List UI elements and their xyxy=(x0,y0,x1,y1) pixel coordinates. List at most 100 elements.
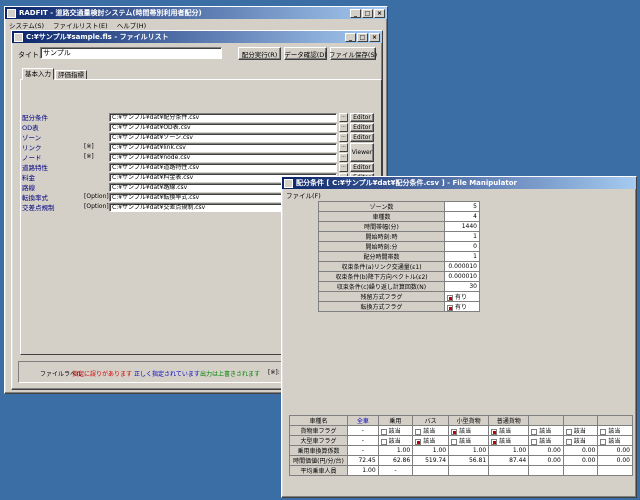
vehicle-cell[interactable] xyxy=(597,465,633,476)
vehicle-cell[interactable]: 該当 xyxy=(412,435,450,446)
checkbox-icon[interactable] xyxy=(451,428,458,435)
vehicle-cell[interactable] xyxy=(562,465,599,476)
vehicle-cell[interactable]: 該当 xyxy=(562,435,599,446)
param-value[interactable]: 5 xyxy=(444,201,480,212)
param-value[interactable]: 0 xyxy=(444,241,480,252)
maximize-icon[interactable]: □ xyxy=(357,32,368,42)
minimize-icon[interactable]: _ xyxy=(345,32,356,42)
data-check-button[interactable]: データ確認(D) xyxy=(284,47,327,60)
editor-button[interactable]: Editor xyxy=(350,163,374,172)
menu-filelist[interactable]: ファイルリスト(E) xyxy=(53,20,108,30)
editor-button[interactable]: Editor xyxy=(350,123,374,132)
vehicle-cell[interactable]: 87.44 xyxy=(488,455,530,466)
param-value[interactable]: 1 xyxy=(444,231,480,242)
vehicle-cell[interactable]: 1.00 xyxy=(347,465,379,476)
checkbox-icon[interactable] xyxy=(447,304,453,311)
browse-button[interactable]: ... xyxy=(339,133,348,142)
file-path-field[interactable]: C:¥サンプル¥dat¥道路特性.csv xyxy=(109,163,337,172)
file-path-field[interactable]: C:¥サンプル¥dat¥配分条件.csv xyxy=(109,113,337,122)
vehicle-cell[interactable]: 該当 xyxy=(597,435,633,446)
vehicle-cell[interactable]: 1.00 xyxy=(448,445,490,456)
browse-button[interactable]: ... xyxy=(339,153,348,162)
vehicle-cell[interactable]: 0.00 xyxy=(597,455,633,466)
vehicle-cell[interactable]: 該当 xyxy=(377,425,414,436)
file-path-field[interactable]: C:¥サンプル¥dat¥OD表.csv xyxy=(109,123,337,132)
filelist-titlebar[interactable]: C:¥サンプル¥sample.fls - ファイルリスト _ □ × xyxy=(12,31,382,43)
vehicle-cell[interactable]: 0.00 xyxy=(597,445,633,456)
vehicle-cell[interactable]: - xyxy=(347,445,379,456)
checkbox-icon[interactable] xyxy=(380,438,387,445)
param-value[interactable]: 0.000010 xyxy=(444,271,480,282)
browse-button[interactable]: ... xyxy=(339,123,348,132)
menu-help[interactable]: ヘルプ(H) xyxy=(117,20,146,30)
vehicle-cell[interactable]: 0.00 xyxy=(528,455,564,466)
editor-button[interactable]: Editor xyxy=(350,113,374,122)
vehicle-cell[interactable]: 該当 xyxy=(448,435,490,446)
viewer-button[interactable]: Viewer xyxy=(350,143,374,162)
minimize-icon[interactable]: _ xyxy=(350,8,361,18)
menu-system[interactable]: システム(S) xyxy=(9,20,44,30)
param-value[interactable]: 4 xyxy=(444,211,480,222)
checkbox-icon[interactable] xyxy=(491,438,498,445)
file-path-field[interactable]: C:¥サンプル¥dat¥node.csv xyxy=(109,153,337,162)
fm-titlebar[interactable]: 配分条件 [ C:¥サンプル¥dat¥配分条件.csv ] - File Man… xyxy=(282,177,636,189)
vehicle-cell[interactable]: 該当 xyxy=(488,435,530,446)
vehicle-cell[interactable]: 519.74 xyxy=(412,455,450,466)
vehicle-cell[interactable] xyxy=(488,465,530,476)
vehicle-cell[interactable]: 該当 xyxy=(528,425,564,436)
vehicle-cell[interactable]: 1.00 xyxy=(412,445,450,456)
title-input[interactable]: サンプル xyxy=(40,47,222,59)
vehicle-cell[interactable]: 0.00 xyxy=(562,455,599,466)
browse-button[interactable]: ... xyxy=(339,163,348,172)
checkbox-icon[interactable] xyxy=(447,294,453,301)
fm-menu-file[interactable]: ファイル(F) xyxy=(286,190,321,200)
vehicle-cell[interactable]: 0.00 xyxy=(562,445,599,456)
vehicle-cell[interactable]: 0.00 xyxy=(528,445,564,456)
vehicle-cell[interactable] xyxy=(448,465,490,476)
vehicle-cell[interactable]: 該当 xyxy=(488,425,530,436)
checkbox-icon[interactable] xyxy=(415,438,422,445)
param-value[interactable]: 1440 xyxy=(444,221,480,232)
checkbox-icon[interactable] xyxy=(451,438,458,445)
checkbox-icon[interactable] xyxy=(531,438,538,445)
vehicle-cell[interactable]: 1.00 xyxy=(488,445,530,456)
checkbox-icon[interactable] xyxy=(600,428,607,435)
vehicle-cell[interactable]: - xyxy=(377,465,414,476)
close-icon[interactable]: × xyxy=(369,32,380,42)
checkbox-icon[interactable] xyxy=(531,428,538,435)
vehicle-cell[interactable]: 72.45 xyxy=(347,455,379,466)
file-path-field[interactable]: C:¥サンプル¥dat¥ゾーン.csv xyxy=(109,133,337,142)
browse-button[interactable]: ... xyxy=(339,113,348,122)
checkbox-icon[interactable] xyxy=(600,438,607,445)
vehicle-cell[interactable]: 1.00 xyxy=(377,445,414,456)
vehicle-cell[interactable]: - xyxy=(347,425,379,436)
param-value[interactable]: 30 xyxy=(444,281,480,292)
tab-basic-input[interactable]: 基本入力 xyxy=(22,68,54,80)
param-value[interactable]: 1 xyxy=(444,251,480,262)
close-icon[interactable]: × xyxy=(374,8,385,18)
browse-button[interactable]: ... xyxy=(339,143,348,152)
vehicle-cell[interactable]: 該当 xyxy=(597,425,633,436)
checkbox-icon[interactable] xyxy=(565,438,572,445)
checkbox-icon[interactable] xyxy=(380,428,387,435)
checkbox-icon[interactable] xyxy=(415,428,422,435)
param-value[interactable]: 有り xyxy=(444,291,480,302)
vehicle-cell[interactable]: 該当 xyxy=(562,425,599,436)
vehicle-cell[interactable]: 該当 xyxy=(412,425,450,436)
vehicle-cell[interactable] xyxy=(412,465,450,476)
checkbox-icon[interactable] xyxy=(491,428,498,435)
vehicle-cell[interactable] xyxy=(528,465,564,476)
checkbox-icon[interactable] xyxy=(565,428,572,435)
vehicle-cell[interactable]: 56.81 xyxy=(448,455,490,466)
file-path-field[interactable]: C:¥サンプル¥dat¥link.csv xyxy=(109,143,337,152)
vehicle-cell[interactable]: 62.86 xyxy=(377,455,414,466)
vehicle-cell[interactable]: 該当 xyxy=(377,435,414,446)
file-save-button[interactable]: ファイル保存(S) xyxy=(329,47,377,60)
maximize-icon[interactable]: □ xyxy=(362,8,373,18)
param-value[interactable]: 0.000010 xyxy=(444,261,480,272)
editor-button[interactable]: Editor xyxy=(350,133,374,142)
vehicle-cell[interactable]: 該当 xyxy=(528,435,564,446)
param-value[interactable]: 有り xyxy=(444,301,480,312)
main-titlebar[interactable]: RADFIT - 道路交通量検討システム(時間帯別利用者配分) _ □ × xyxy=(5,7,387,19)
vehicle-cell[interactable]: - xyxy=(347,435,379,446)
